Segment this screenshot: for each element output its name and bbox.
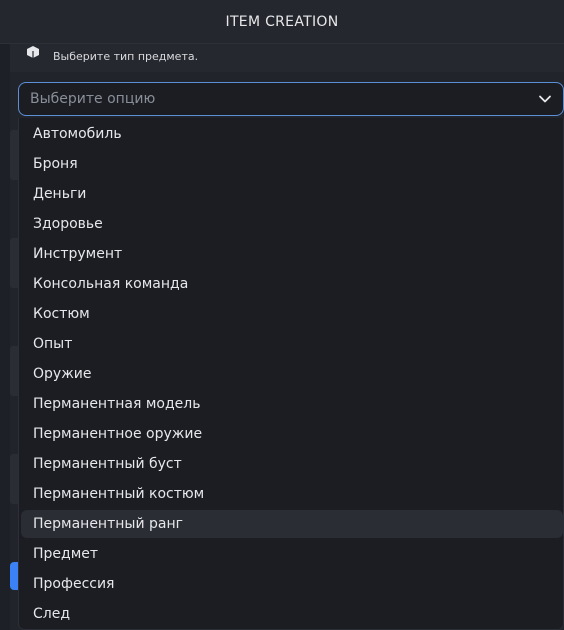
dropdown-option[interactable]: Автомобиль <box>21 120 563 148</box>
dropdown-option[interactable]: Перманентный буст <box>21 450 563 478</box>
chevron-down-icon[interactable] <box>537 91 553 107</box>
item-type-select[interactable]: Выберите опцию <box>18 82 564 116</box>
select-placeholder: Выберите опцию <box>30 91 156 107</box>
dropdown-option[interactable]: Броня <box>21 150 563 178</box>
dropdown-option[interactable]: Опыт <box>21 330 563 358</box>
cube-icon <box>27 46 39 58</box>
dropdown-option[interactable]: Инструмент <box>21 240 563 268</box>
item-type-dropdown: Автомобиль Броня Деньги Здоровье Инструмент К… <box>18 118 564 630</box>
dropdown-option[interactable]: Оружие <box>21 360 563 388</box>
dropdown-option[interactable]: Консольная команда <box>21 270 563 298</box>
dropdown-option[interactable]: Костюм <box>21 300 563 328</box>
dropdown-option[interactable]: Перманентный ранг <box>21 510 563 538</box>
dropdown-option[interactable]: Перманентный костюм <box>21 480 563 508</box>
item-creation-window: ITEM CREATION Выберите тип предмета. Выб… <box>0 0 564 630</box>
dropdown-option[interactable]: Предмет <box>21 540 563 568</box>
dropdown-option[interactable]: Деньги <box>21 180 563 208</box>
dropdown-option[interactable]: След <box>21 600 563 628</box>
item-type-caption: Выберите тип предмета. <box>53 50 199 63</box>
window-title: ITEM CREATION <box>225 13 339 30</box>
dropdown-option[interactable]: Профессия <box>21 570 563 598</box>
dropdown-option[interactable]: Здоровье <box>21 210 563 238</box>
dropdown-option[interactable]: Перманентное оружие <box>21 420 563 448</box>
window-titlebar: ITEM CREATION <box>0 0 564 44</box>
dropdown-option[interactable]: Перманентная модель <box>21 390 563 418</box>
